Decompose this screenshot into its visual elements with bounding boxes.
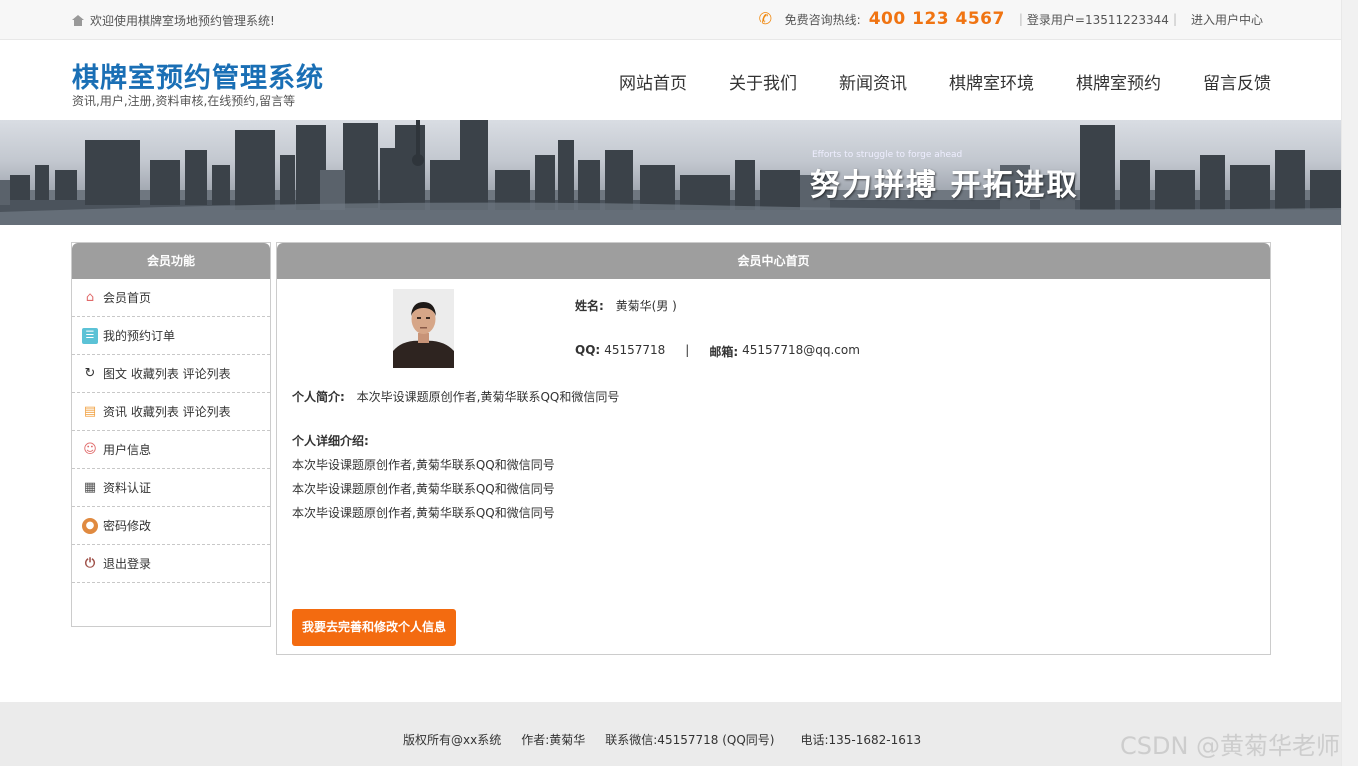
sidebar-item-member-home[interactable]: ⌂ 会员首页 [72, 279, 270, 317]
detail-line: 本次毕设课题原创作者,黄菊华联系QQ和微信同号 [292, 458, 555, 472]
nav-about[interactable]: 关于我们 [729, 69, 797, 94]
sidebar-item-label: 资讯 收藏列表 评论列表 [103, 405, 231, 419]
site-title[interactable]: 棋牌室预约管理系统 [72, 56, 324, 95]
intro-value: 本次毕设课题原创作者,黄菊华联系QQ和微信同号 [356, 390, 620, 404]
sidebar-item-news-favorites[interactable]: ▤ 资讯 收藏列表 评论列表 [72, 393, 270, 431]
sidebar-item-password[interactable]: ● 密码修改 [72, 507, 270, 545]
email-label: 邮箱: [709, 345, 739, 359]
sidebar-item-label: 会员首页 [103, 291, 152, 305]
separator: | [1018, 12, 1023, 26]
intro-row: 个人简介: 本次毕设课题原创作者,黄菊华联系QQ和微信同号 [292, 388, 619, 405]
user-center-link[interactable]: 进入用户中心 [1191, 11, 1263, 28]
banner-slogan-cn: 努力拼搏 开拓进取 [810, 168, 1079, 203]
sidebar-item-verification[interactable]: ▦ 资料认证 [72, 469, 270, 507]
csdn-watermark: CSDN @黄菊华老师 [1120, 732, 1341, 760]
nav-news[interactable]: 新闻资讯 [839, 69, 907, 94]
document-icon: ▤ [83, 403, 97, 419]
edit-profile-button[interactable]: 我要去完善和修改个人信息 [292, 609, 456, 646]
sidebar-item-label: 图文 收藏列表 评论列表 [103, 367, 231, 381]
sidebar-item-label: 资料认证 [103, 481, 152, 495]
site-subtitle: 资讯,用户,注册,资料审核,在线预约,留言等 [72, 94, 296, 108]
history-icon: ↻ [84, 365, 96, 381]
panel-title: 会员中心首页 [277, 243, 1270, 279]
top-bar-right: ✆ 免费咨询热线: 400 123 4567 | 登录用户=1351122334… [759, 9, 1263, 29]
top-bar: 欢迎使用棋牌室场地预约管理系统! ✆ 免费咨询热线: 400 123 4567 … [0, 0, 1341, 40]
welcome-message: 欢迎使用棋牌室场地预约管理系统! [72, 12, 275, 29]
avatar [393, 289, 454, 368]
email-value: 45157718@qq.com [742, 343, 860, 357]
hotline-label: 免费咨询热线: [784, 12, 861, 27]
page-scrollbar[interactable] [1341, 0, 1358, 766]
sidebar-item-image-favorites[interactable]: ↻ 图文 收藏列表 评论列表 [72, 355, 270, 393]
power-icon: ⏻ [84, 555, 96, 571]
sidebar-item-label: 我的预约订单 [103, 329, 176, 343]
qq-label: QQ: [575, 343, 601, 357]
login-user: 登录用户=13511223344 [1026, 12, 1169, 27]
qq-value: 45157718 [604, 343, 666, 357]
sidebar-item-my-orders[interactable]: ☰ 我的预约订单 [72, 317, 270, 355]
detail-title: 个人详细介绍: [292, 434, 369, 448]
footer-copyright: 版权所有@xx系统 [403, 733, 502, 747]
hero-banner: Efforts to struggle to forge ahead 努力拼搏 … [0, 120, 1341, 225]
user-icon: ☺ [83, 441, 97, 457]
contact-separator: | [685, 343, 690, 357]
name-label: 姓名: [575, 299, 604, 313]
sidebar-item-label: 用户信息 [103, 443, 152, 457]
footer-wechat: 联系微信:45157718 (QQ同号) [605, 733, 775, 747]
member-center-panel: 会员中心首页 姓名: 黄菊华(男 ) QQ: 45157718 | 邮箱: 45… [276, 242, 1271, 655]
nav-feedback[interactable]: 留言反馈 [1203, 69, 1271, 94]
sidebar-item-label: 退出登录 [103, 557, 152, 571]
nav-home[interactable]: 网站首页 [619, 69, 687, 94]
lock-icon: ● [82, 517, 98, 534]
sidebar-item-label: 密码修改 [103, 519, 152, 533]
nav-booking[interactable]: 棋牌室预约 [1076, 69, 1161, 94]
city-skyline-image [0, 120, 1341, 225]
phone-icon: ✆ [758, 9, 773, 28]
detail-line: 本次毕设课题原创作者,黄菊华联系QQ和微信同号 [292, 506, 555, 520]
hotline-number: 400 123 4567 [868, 9, 1005, 29]
avatar-photo [393, 289, 454, 368]
home-icon [72, 14, 84, 27]
sidebar-title: 会员功能 [72, 243, 270, 279]
intro-label: 个人简介: [292, 390, 345, 404]
grid-icon: ▦ [83, 479, 97, 495]
separator: | [1172, 12, 1177, 26]
name-value: 黄菊华(男 ) [615, 299, 677, 313]
name-row: 姓名: 黄菊华(男 ) [575, 297, 677, 314]
footer-author: 作者:黄菊华 [521, 733, 586, 747]
detail-line: 本次毕设课题原创作者,黄菊华联系QQ和微信同号 [292, 482, 555, 496]
member-sidebar: 会员功能 ⌂ 会员首页 ☰ 我的预约订单 ↻ 图文 收藏列表 评论列表 ▤ 资讯… [71, 242, 271, 627]
contact-row: QQ: 45157718 | 邮箱: 45157718@qq.com [575, 343, 860, 360]
clipboard-icon: ☰ [82, 327, 98, 344]
nav-environment[interactable]: 棋牌室环境 [949, 69, 1034, 94]
footer-info: 版权所有@xx系统 作者:黄菊华 联系微信:45157718 (QQ同号) 电话… [403, 731, 921, 748]
banner-slogan-en: Efforts to struggle to forge ahead [812, 150, 963, 160]
welcome-text: 欢迎使用棋牌室场地预约管理系统! [90, 14, 275, 28]
main-nav: 网站首页 关于我们 新闻资讯 棋牌室环境 棋牌室预约 留言反馈 [619, 69, 1271, 94]
site-header: 棋牌室预约管理系统 资讯,用户,注册,资料审核,在线预约,留言等 网站首页 关于… [0, 40, 1341, 120]
sidebar-item-logout[interactable]: ⏻ 退出登录 [72, 545, 270, 583]
home-icon: ⌂ [85, 289, 95, 305]
sidebar-item-user-info[interactable]: ☺ 用户信息 [72, 431, 270, 469]
footer-phone: 电话:135-1682-1613 [800, 733, 922, 747]
